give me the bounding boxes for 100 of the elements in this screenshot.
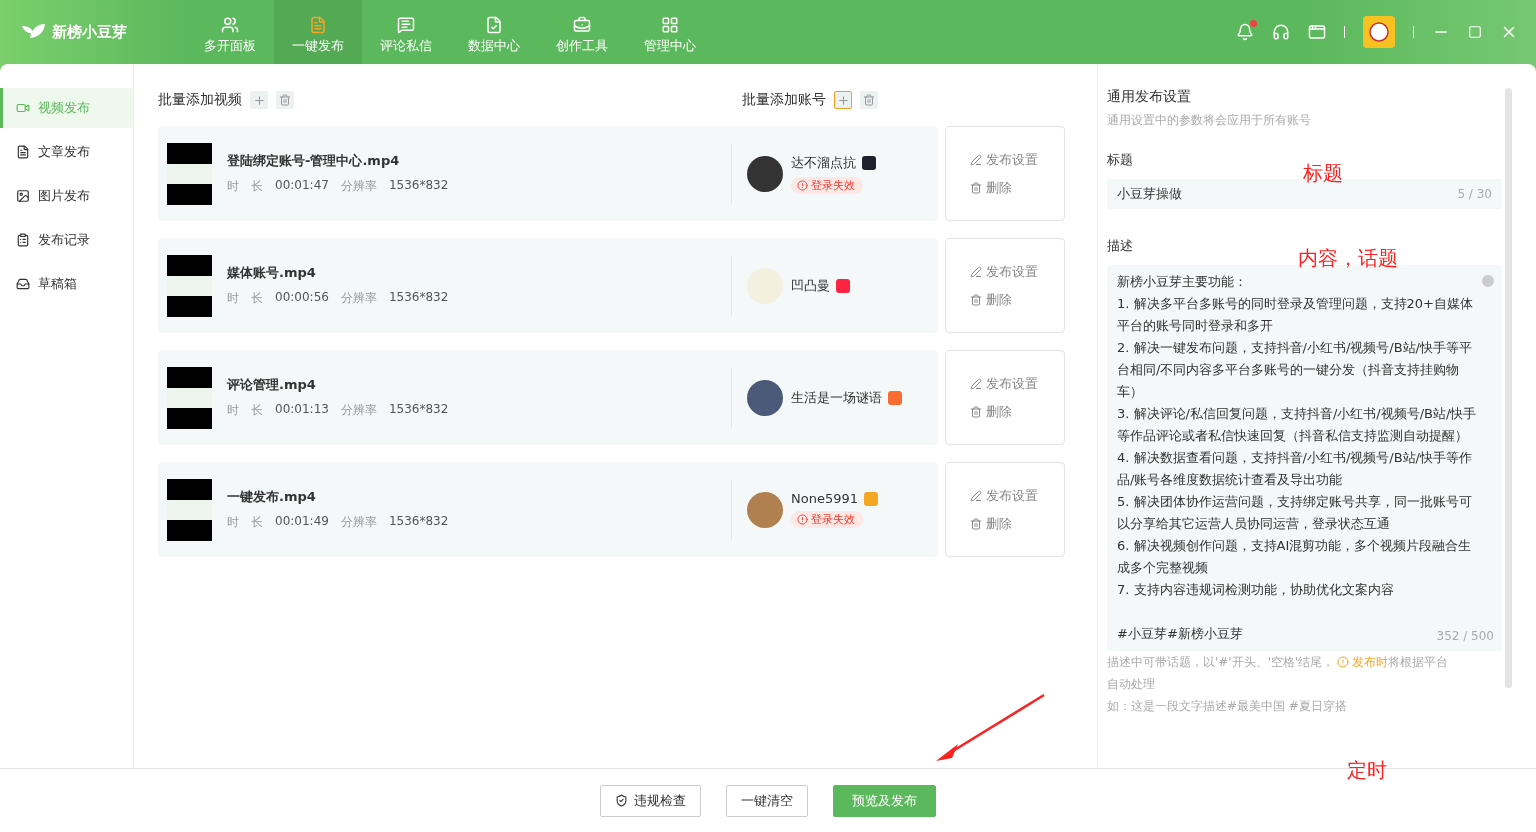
shield-icon bbox=[615, 794, 628, 807]
trash-icon bbox=[279, 94, 291, 106]
trash-icon bbox=[863, 94, 875, 106]
sidebar-item[interactable]: 草稿箱 bbox=[0, 264, 133, 304]
warning-icon bbox=[1337, 656, 1350, 668]
meta-label: 分辨率 bbox=[340, 514, 377, 531]
meta-label: 分辨率 bbox=[340, 290, 377, 307]
video-thumbnail bbox=[167, 366, 212, 429]
field-label: 标题 bbox=[1107, 151, 1134, 169]
delete-button[interactable] bbox=[860, 91, 878, 109]
delete-link[interactable]: 删除 bbox=[970, 402, 1064, 421]
panel-subtitle: 通用设置中的参数将会应用于所有账号 bbox=[1107, 112, 1312, 129]
meta-value: 00:00:56 bbox=[275, 290, 329, 306]
headset-icon[interactable] bbox=[1272, 23, 1290, 41]
meta-label: 分辨率 bbox=[340, 178, 377, 195]
example-text: 如：这是一段文字描述#最美中国 #夏日穿搭 bbox=[1107, 698, 1348, 715]
file-name: 登陆绑定账号-管理中心.mp4 bbox=[227, 152, 401, 170]
video-icon bbox=[16, 101, 30, 115]
nav-tab[interactable]: 管理中心 bbox=[626, 0, 714, 64]
bell-icon[interactable] bbox=[1236, 23, 1254, 41]
status-badge: 登录失效 bbox=[791, 511, 863, 528]
meta-value: 00:01:49 bbox=[275, 514, 329, 530]
meta-value: 00:01:47 bbox=[275, 178, 329, 194]
app-name: 新榜小豆芽 bbox=[52, 22, 127, 42]
alert-icon bbox=[797, 179, 808, 191]
meta-value: 1536*832 bbox=[388, 514, 449, 530]
account-avatar bbox=[747, 267, 783, 304]
account-avatar bbox=[747, 379, 783, 416]
image-icon bbox=[16, 189, 30, 203]
sidebar-item[interactable]: 视频发布 bbox=[0, 88, 133, 128]
briefcase-icon bbox=[573, 15, 591, 34]
maximize-icon[interactable] bbox=[1468, 25, 1482, 39]
plus-icon bbox=[836, 93, 850, 107]
delete-button[interactable] bbox=[276, 91, 294, 109]
meta-value: 1536*832 bbox=[388, 402, 449, 418]
account-name: 达不溜点抗 bbox=[791, 153, 856, 172]
grid-icon bbox=[661, 15, 679, 34]
nav-tab[interactable]: 评论私信 bbox=[362, 0, 450, 64]
document-icon bbox=[309, 15, 327, 34]
meta-label: 时 长 bbox=[227, 290, 263, 307]
settings-link[interactable]: 发布设置 bbox=[970, 262, 1064, 281]
settings-link[interactable]: 发布设置 bbox=[970, 486, 1064, 505]
nav-tab[interactable]: 创作工具 bbox=[538, 0, 626, 64]
account-name: 凹凸曼 bbox=[791, 276, 830, 295]
window-icon[interactable] bbox=[1308, 23, 1326, 41]
delete-link[interactable]: 删除 bbox=[970, 178, 1064, 197]
footer-button[interactable]: 预览及发布 bbox=[833, 784, 936, 817]
scrollbar[interactable] bbox=[1505, 88, 1512, 688]
field-label: 描述 bbox=[1107, 237, 1134, 255]
meta-label: 分辨率 bbox=[340, 402, 377, 419]
chat-icon bbox=[397, 15, 415, 34]
meta-value: 1536*832 bbox=[388, 290, 449, 306]
sidebar-item[interactable]: 发布记录 bbox=[0, 220, 133, 260]
meta-label: 时 长 bbox=[227, 514, 263, 531]
settings-link[interactable]: 发布设置 bbox=[970, 374, 1064, 393]
video-thumbnail bbox=[167, 478, 212, 541]
trash-icon bbox=[970, 293, 982, 306]
sidebar-item[interactable]: 图片发布 bbox=[0, 176, 133, 216]
users-icon bbox=[221, 15, 239, 34]
hint-text: 发布时将根据平台 bbox=[1352, 655, 1449, 669]
account-avatar bbox=[747, 491, 783, 528]
settings-link[interactable]: 发布设置 bbox=[970, 150, 1064, 169]
file-name: 一键发布.mp4 bbox=[227, 488, 317, 506]
account-name: 生活是一场谜语 bbox=[791, 388, 882, 407]
meta-label: 时 长 bbox=[227, 402, 263, 419]
delete-link[interactable]: 删除 bbox=[970, 514, 1064, 533]
footer-button[interactable]: 一键清空 bbox=[726, 784, 808, 817]
file-name: 评论管理.mp4 bbox=[227, 376, 317, 394]
add-button[interactable] bbox=[834, 91, 852, 109]
clear-icon[interactable] bbox=[1482, 275, 1494, 287]
nav-tab[interactable]: 一键发布 bbox=[274, 0, 362, 64]
meta-value: 00:01:13 bbox=[275, 402, 329, 418]
meta-value: 1536*832 bbox=[388, 178, 449, 194]
file-check-icon bbox=[485, 15, 503, 34]
video-thumbnail bbox=[167, 142, 212, 205]
pen-icon bbox=[970, 377, 982, 390]
pen-icon bbox=[970, 153, 982, 166]
section-title: 批量添加视频 bbox=[158, 91, 242, 109]
alert-icon bbox=[797, 514, 808, 525]
meta-label: 时 长 bbox=[227, 178, 263, 195]
sidebar-item[interactable]: 文章发布 bbox=[0, 132, 133, 172]
delete-link[interactable]: 删除 bbox=[970, 290, 1064, 309]
nav-tab[interactable]: 数据中心 bbox=[450, 0, 538, 64]
user-avatar[interactable] bbox=[1363, 16, 1395, 48]
pen-icon bbox=[970, 489, 982, 502]
account-avatar bbox=[747, 155, 783, 192]
trash-icon bbox=[970, 181, 982, 194]
hint-text: 自动处理 bbox=[1107, 676, 1156, 693]
inbox-icon bbox=[16, 277, 30, 291]
footer-button[interactable]: 违规检查 bbox=[600, 784, 701, 817]
section-title: 批量添加账号 bbox=[742, 91, 826, 109]
annotation-text: 定时 bbox=[1347, 757, 1387, 784]
trash-icon bbox=[970, 517, 982, 530]
nav-tab[interactable]: 多开面板 bbox=[186, 0, 274, 64]
file-name: 媒体账号.mp4 bbox=[227, 264, 317, 282]
add-button[interactable] bbox=[250, 91, 268, 109]
document-icon bbox=[16, 145, 30, 159]
pen-icon bbox=[970, 265, 982, 278]
video-thumbnail bbox=[167, 254, 212, 317]
status-badge: 登录失效 bbox=[791, 176, 863, 194]
